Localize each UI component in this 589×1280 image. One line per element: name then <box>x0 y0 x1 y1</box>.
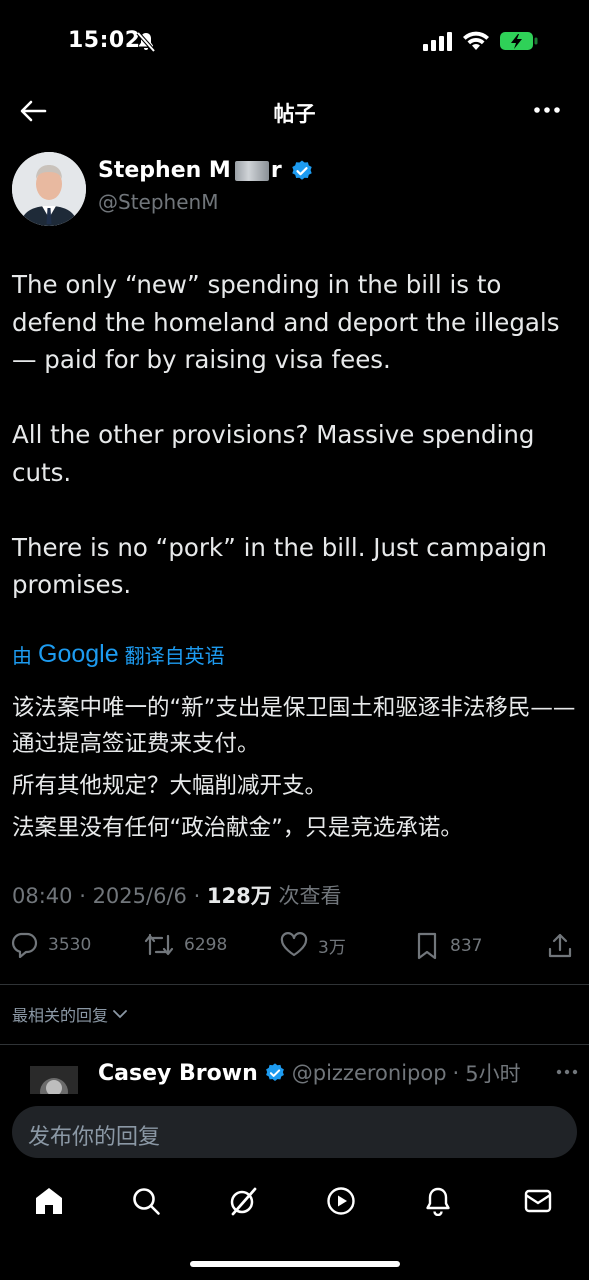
translated-suffix: 翻译自英语 <box>124 644 225 668</box>
reply-meta-separator: · <box>452 1061 460 1085</box>
tab-search[interactable] <box>129 1184 163 1218</box>
tab-video[interactable] <box>324 1184 358 1218</box>
home-indicator <box>190 1261 400 1267</box>
grok-icon <box>230 1187 257 1216</box>
translated-by[interactable]: 由 Google 翻译自英语 <box>12 640 225 669</box>
bookmark-icon <box>417 932 437 960</box>
share-icon <box>548 933 572 958</box>
author-name-redaction <box>234 160 269 181</box>
page-title: 帖子 <box>273 102 316 126</box>
search-icon <box>133 1188 160 1215</box>
verified-badge-icon <box>265 1063 284 1081</box>
tweet-meta: 08:40 · 2025/6/6 · 128万 次查看 <box>12 884 342 908</box>
translation-paragraph: 法案里没有任何“政治献金”，只是竞选承诺。 <box>12 815 463 841</box>
more-dots-icon <box>556 1069 578 1075</box>
translated-prefix: 由 <box>12 644 32 668</box>
more-options-button[interactable] <box>533 100 561 124</box>
repost-icon <box>144 933 174 956</box>
divider <box>0 984 589 985</box>
tab-grok[interactable] <box>226 1184 260 1218</box>
bell-muted-icon <box>136 31 156 57</box>
tweet-time: 08:40 <box>12 884 73 908</box>
tweet-date: 2025/6/6 <box>92 884 187 908</box>
author-handle[interactable]: @StephenM <box>98 190 218 214</box>
bookmark-count: 837 <box>450 936 483 956</box>
author-name[interactable]: Stephen M r <box>98 158 314 183</box>
google-logo: Google <box>38 640 119 668</box>
view-count[interactable]: 128万 <box>207 884 272 908</box>
repost-button[interactable]: 6298 <box>144 932 227 958</box>
reply-sort-dropdown[interactable]: 最相关的回复 <box>12 1002 128 1026</box>
reply-author-name[interactable]: Casey Brown <box>98 1061 258 1086</box>
reply-header: Casey Brown @pizzeronipop · 5小时 <box>98 1058 521 1088</box>
bookmark-button[interactable]: 837 <box>414 932 482 960</box>
tweet-actions: 3530 6298 3万 837 <box>10 932 578 968</box>
view-label: 次查看 <box>278 884 342 908</box>
translation-paragraph: 所有其他规定？大幅削减开支。 <box>12 773 328 799</box>
author-name-text-end: r <box>270 158 282 183</box>
tab-home[interactable] <box>32 1184 66 1218</box>
tab-notifications[interactable] <box>421 1184 455 1218</box>
share-button[interactable] <box>547 932 573 960</box>
author-name-text: Stephen M <box>98 158 231 183</box>
reply-button[interactable]: 3530 <box>10 932 91 958</box>
reply-sort-label: 最相关的回复 <box>12 1006 109 1025</box>
divider <box>0 1044 589 1045</box>
reply-compose-placeholder: 发布你的回复 <box>28 1125 161 1150</box>
translation-paragraph: 该法案中唯一的“新”支出是保卫国土和驱逐非法移民——通过提高签证费来支付。 <box>12 695 576 757</box>
bell-icon <box>426 1187 450 1216</box>
like-count: 3万 <box>318 937 346 958</box>
translation-text: 该法案中唯一的“新”支出是保卫国土和驱逐非法移民——通过提高签证费来支付。 所有… <box>12 690 578 852</box>
status-indicators <box>423 30 539 52</box>
reply-count: 3530 <box>48 935 92 955</box>
play-circle-icon <box>327 1187 355 1215</box>
author-avatar[interactable] <box>12 152 86 226</box>
more-dots-icon <box>534 107 560 113</box>
heart-icon <box>280 932 308 957</box>
home-icon <box>36 1188 62 1214</box>
tweet-text: The only “new” spending in the bill is t… <box>12 270 560 599</box>
reply-more-button[interactable] <box>556 1064 578 1083</box>
repost-count: 6298 <box>184 935 228 955</box>
wifi-icon <box>463 31 489 50</box>
status-time: 15:02 <box>68 28 141 53</box>
reply-author-handle[interactable]: @pizzeronipop <box>292 1061 447 1085</box>
reply-icon <box>11 932 38 958</box>
battery-charging-icon <box>500 32 538 50</box>
reply-time: 5小时 <box>465 1062 521 1086</box>
verified-badge-icon <box>291 160 312 180</box>
chevron-down-icon <box>113 1010 127 1019</box>
like-button[interactable]: 3万 <box>280 932 346 958</box>
tab-messages[interactable] <box>521 1184 555 1218</box>
signal-icon <box>423 32 452 51</box>
mail-icon <box>524 1189 552 1213</box>
